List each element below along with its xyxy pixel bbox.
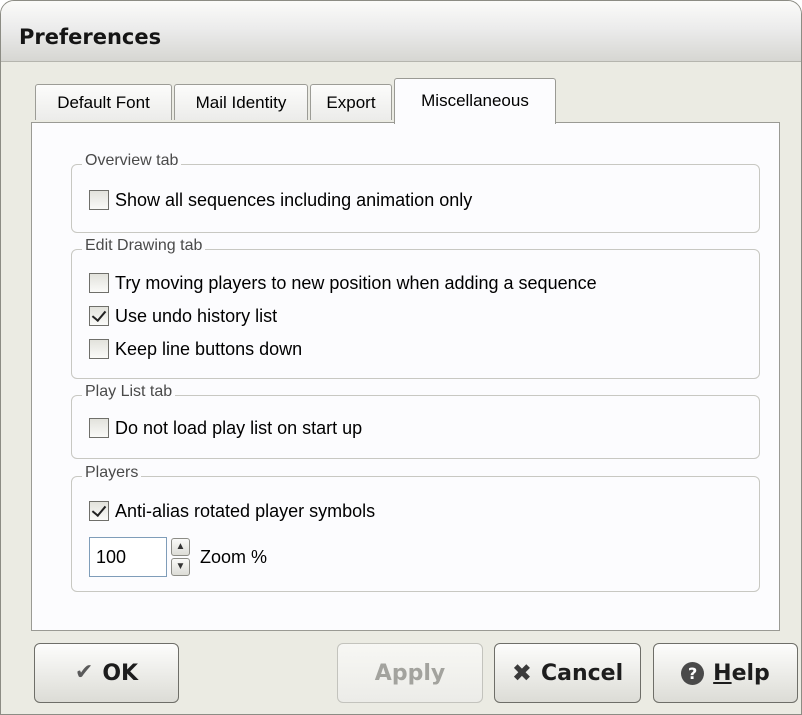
option-label: Show all sequences including animation o… [115, 189, 473, 210]
zoom-label: Zoom % [200, 547, 268, 567]
checkbox[interactable] [89, 190, 109, 210]
zoom-decrement-button[interactable]: ▼ [171, 558, 190, 576]
checkbox[interactable] [89, 339, 109, 359]
players-group: Players Anti-alias rotated player symbol… [71, 464, 760, 592]
tab-export[interactable]: Export [310, 84, 392, 120]
group-legend: Play List tab [82, 383, 176, 401]
overview-tab-group: Overview tab Show all sequences includin… [71, 152, 760, 233]
question-circle-icon: ? [681, 661, 705, 685]
ok-button-label: OK [102, 660, 139, 686]
play-list-tab-group: Play List tab Do not load play list on s… [71, 383, 760, 459]
tab-default-font[interactable]: Default Font [35, 84, 172, 120]
checkbox[interactable] [89, 418, 109, 438]
apply-button[interactable]: Apply [337, 643, 483, 703]
arrow-down-icon: ▼ [175, 561, 186, 572]
cancel-button-label: Cancel [540, 660, 624, 686]
tab-mail-identity[interactable]: Mail Identity [174, 84, 308, 120]
option-show-all-sequences[interactable]: Show all sequences including animation o… [89, 187, 472, 213]
help-mnemonic: H [713, 660, 732, 686]
option-label: Keep line buttons down [115, 338, 303, 359]
help-button-label: Help [713, 661, 770, 686]
help-button[interactable]: ? Help [653, 643, 798, 703]
miscellaneous-panel: Overview tab Show all sequences includin… [31, 122, 780, 631]
option-anti-alias[interactable]: Anti-alias rotated player symbols [89, 498, 375, 524]
checkbox[interactable] [89, 306, 109, 326]
cancel-button[interactable]: ✖ Cancel [494, 643, 641, 703]
checkbox[interactable] [89, 273, 109, 293]
apply-button-label: Apply [374, 660, 446, 686]
option-do-not-load-play-list[interactable]: Do not load play list on start up [89, 415, 362, 441]
preferences-dialog: Preferences Default Font Mail Identity E… [0, 0, 802, 715]
window-title: Preferences [19, 25, 162, 49]
title-bar[interactable]: Preferences [1, 1, 801, 62]
ok-button[interactable]: ✔ OK [34, 643, 179, 703]
group-legend: Players [82, 464, 142, 482]
group-legend: Edit Drawing tab [82, 237, 206, 255]
arrow-up-icon: ▲ [175, 541, 186, 552]
close-x-icon: ✖ [511, 659, 532, 687]
option-label: Try moving players to new position when … [115, 272, 597, 293]
zoom-increment-button[interactable]: ▲ [171, 538, 190, 556]
group-legend: Overview tab [82, 152, 182, 170]
option-label: Use undo history list [115, 305, 278, 326]
option-try-moving-players[interactable]: Try moving players to new position when … [89, 270, 597, 296]
zoom-input[interactable] [89, 537, 167, 577]
option-label: Anti-alias rotated player symbols [115, 500, 376, 521]
checkbox[interactable] [89, 501, 109, 521]
checkmark-icon: ✔ [74, 660, 94, 685]
option-use-undo-history[interactable]: Use undo history list [89, 303, 277, 329]
edit-drawing-tab-group: Edit Drawing tab Try moving players to n… [71, 237, 760, 379]
option-label: Do not load play list on start up [115, 417, 363, 438]
tab-miscellaneous[interactable]: Miscellaneous [394, 78, 556, 124]
help-label-rest: elp [731, 660, 770, 686]
option-keep-line-buttons-down[interactable]: Keep line buttons down [89, 336, 302, 362]
